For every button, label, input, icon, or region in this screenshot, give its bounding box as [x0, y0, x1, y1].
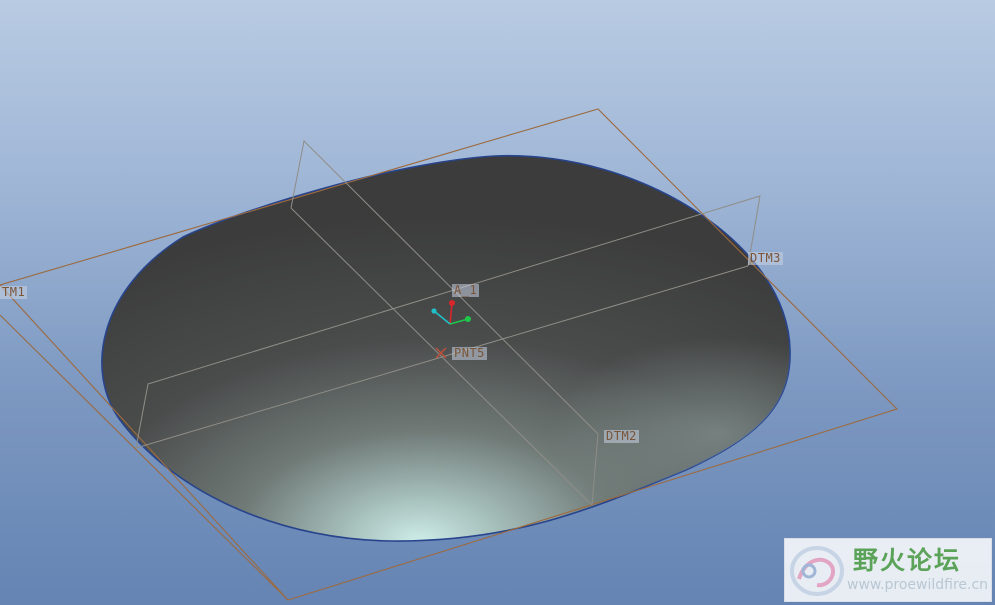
- forum-watermark: 野火论坛 www.proewildfire.cn: [784, 538, 992, 602]
- forum-logo-icon: [790, 546, 844, 596]
- forum-title: 野火论坛: [853, 546, 962, 575]
- datum-label-point[interactable]: PNT5: [452, 347, 487, 360]
- graphics-viewport[interactable]: TM1 DTM3 A_1 PNT5 DTM2 野火论坛 www.proewild…: [0, 0, 995, 605]
- datum-label-dtm2[interactable]: DTM2: [604, 430, 639, 443]
- datum-label-axis[interactable]: A_1: [452, 284, 480, 297]
- datum-label-dtm3[interactable]: DTM3: [748, 252, 783, 265]
- datum-label-dtm1[interactable]: TM1: [0, 286, 28, 299]
- forum-url: www.proewildfire.cn: [847, 577, 989, 593]
- model-scene[interactable]: [0, 0, 995, 605]
